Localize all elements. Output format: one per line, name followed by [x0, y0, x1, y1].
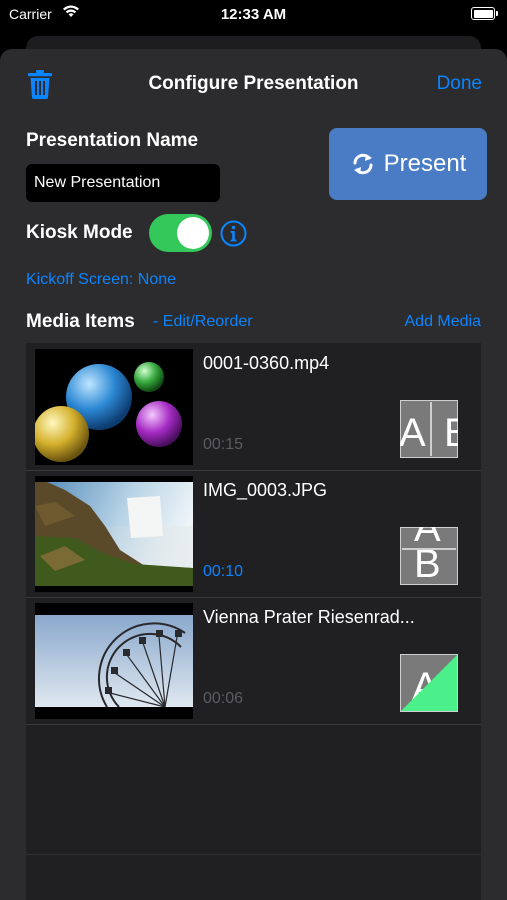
present-button[interactable]: Present — [329, 128, 487, 200]
battery-icon — [471, 7, 498, 20]
image-thumbnail — [35, 603, 193, 719]
media-item-name: IMG_0003.JPG — [203, 480, 328, 500]
kickoff-screen-link[interactable]: Kickoff Screen: None — [26, 271, 176, 289]
image-thumbnail — [35, 476, 193, 592]
svg-text:B: B — [444, 411, 458, 455]
media-items-title: Media Items — [26, 311, 135, 332]
clock: 12:33 AM — [220, 6, 287, 23]
kiosk-mode-toggle[interactable] — [149, 214, 212, 252]
slide-vertical-transition-icon[interactable]: A B — [400, 527, 458, 585]
add-media-button[interactable]: Add Media — [405, 313, 482, 331]
done-button[interactable]: Done — [437, 73, 482, 95]
media-list: 0001-0360.mp4 00:15 A B IMG_0003.JPG 00:… — [26, 343, 481, 900]
sheet-title: Configure Presentation — [148, 73, 359, 94]
kiosk-mode-label: Kiosk Mode — [26, 222, 133, 243]
refresh-icon — [353, 153, 373, 175]
presentation-name-label: Presentation Name — [26, 130, 199, 151]
media-item[interactable]: IMG_0003.JPG 00:10 A B — [26, 470, 481, 598]
svg-text:A: A — [400, 411, 426, 455]
list-divider — [26, 854, 481, 855]
slide-horizontal-transition-icon[interactable]: A B — [400, 400, 458, 458]
media-item[interactable]: 0001-0360.mp4 00:15 A B — [26, 343, 481, 471]
wipe-diagonal-transition-icon[interactable]: A — [400, 654, 458, 712]
media-item-name: 0001-0360.mp4 — [203, 353, 330, 373]
media-item-duration[interactable]: 00:15 — [203, 436, 243, 454]
info-icon[interactable] — [220, 220, 247, 247]
present-button-label: Present — [383, 150, 467, 177]
status-bar: Carrier 12:33 AM — [0, 0, 507, 30]
media-item-name: Vienna Prater Riesenrad... — [203, 607, 415, 627]
video-thumbnail — [35, 349, 193, 465]
edit-reorder-link[interactable]: - Edit/Reorder — [153, 313, 253, 331]
media-item-duration[interactable]: 00:06 — [203, 690, 243, 708]
media-item-duration[interactable]: 00:10 — [203, 563, 243, 581]
media-item[interactable]: Vienna Prater Riesenrad... 00:06 A — [26, 597, 481, 725]
presentation-name-input[interactable] — [26, 164, 220, 202]
